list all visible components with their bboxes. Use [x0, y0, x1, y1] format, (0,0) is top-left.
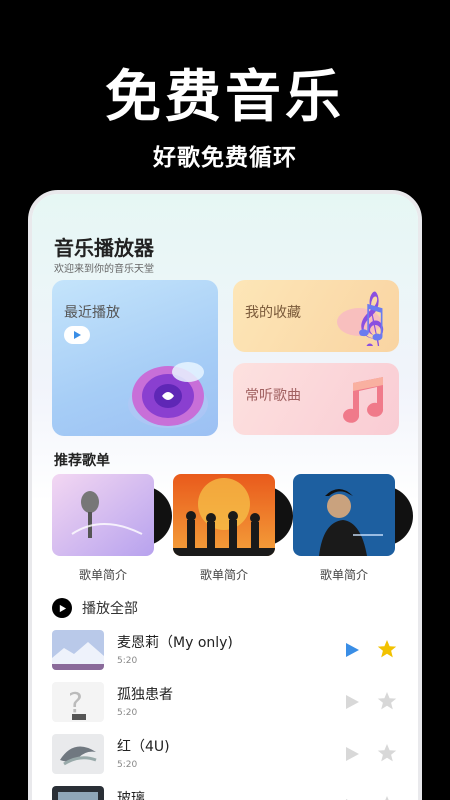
star-icon[interactable] — [377, 795, 397, 800]
promo-title: 免费音乐 — [105, 65, 345, 130]
song-thumbnail — [52, 734, 104, 774]
song-duration: 5:20 — [117, 656, 138, 666]
svg-text:♫: ♫ — [351, 296, 390, 346]
recent-play-card[interactable]: 最近播放 — [52, 280, 218, 436]
favorites-label: 我的收藏 — [245, 305, 301, 321]
promo-subtitle: 好歌免费循环 — [153, 145, 297, 171]
playlist-label: 歌单简介 — [78, 568, 127, 582]
play-icon[interactable] — [344, 694, 360, 710]
song-row[interactable]: 麦恩莉（My only) 5:20 — [52, 630, 402, 674]
song-thumbnail — [52, 630, 104, 670]
app-screen: 音乐播放器 欢迎来到你的音乐天堂 最近播放 我的收藏 𝄞 ♫ 常听歌曲 推荐歌单… — [32, 194, 418, 800]
playlist-label: 歌单简介 — [199, 568, 248, 582]
song-title: 孤独患者 — [117, 687, 173, 703]
song-title: 红（4U) — [117, 739, 170, 755]
recommended-playlists-title: 推荐歌单 — [54, 453, 110, 469]
play-icon[interactable] — [344, 746, 360, 762]
song-duration: 5:20 — [117, 760, 138, 770]
playlist-label: 歌单简介 — [319, 568, 368, 582]
star-icon[interactable] — [377, 743, 397, 763]
star-icon[interactable] — [377, 691, 397, 711]
recent-play-label: 最近播放 — [64, 305, 120, 321]
playlist-cover — [173, 474, 275, 556]
song-thumbnail — [52, 786, 104, 800]
music-note-icon — [343, 377, 384, 423]
song-title: 玻璃 — [117, 791, 145, 800]
playlist-cover — [293, 474, 395, 556]
song-duration: 5:20 — [117, 708, 138, 718]
play-icon[interactable] — [344, 642, 360, 658]
disc-icon — [128, 362, 208, 428]
often-played-card[interactable]: 常听歌曲 — [233, 363, 399, 435]
phone-frame: 音乐播放器 欢迎来到你的音乐天堂 最近播放 我的收藏 𝄞 ♫ 常听歌曲 推荐歌单… — [28, 190, 422, 800]
star-icon[interactable] — [377, 639, 397, 659]
playlist-card[interactable]: 歌单简介 — [173, 474, 293, 584]
play-all-label: 播放全部 — [82, 601, 138, 617]
app-subtitle: 欢迎来到你的音乐天堂 — [54, 264, 154, 275]
playlist-cover — [52, 474, 154, 556]
playlist-card[interactable]: 歌单简介 — [293, 474, 413, 584]
favorites-card[interactable]: 我的收藏 𝄞 ♫ — [233, 280, 399, 352]
play-all-icon — [52, 598, 72, 618]
song-title: 麦恩莉（My only) — [117, 635, 233, 651]
song-row[interactable]: ? 孤独患者 5:20 — [52, 682, 402, 726]
playlist-card[interactable]: 歌单简介 — [52, 474, 172, 584]
app-title: 音乐播放器 — [54, 236, 154, 260]
often-played-label: 常听歌曲 — [245, 388, 301, 404]
play-icon[interactable] — [64, 326, 90, 344]
treble-clef-icon: 𝄞 ♫ — [337, 291, 390, 346]
play-all-button[interactable]: 播放全部 — [52, 598, 138, 618]
song-row[interactable]: 红（4U) 5:20 — [52, 734, 402, 778]
song-row[interactable]: 玻璃 — [52, 786, 402, 800]
song-thumbnail: ? — [52, 682, 104, 722]
